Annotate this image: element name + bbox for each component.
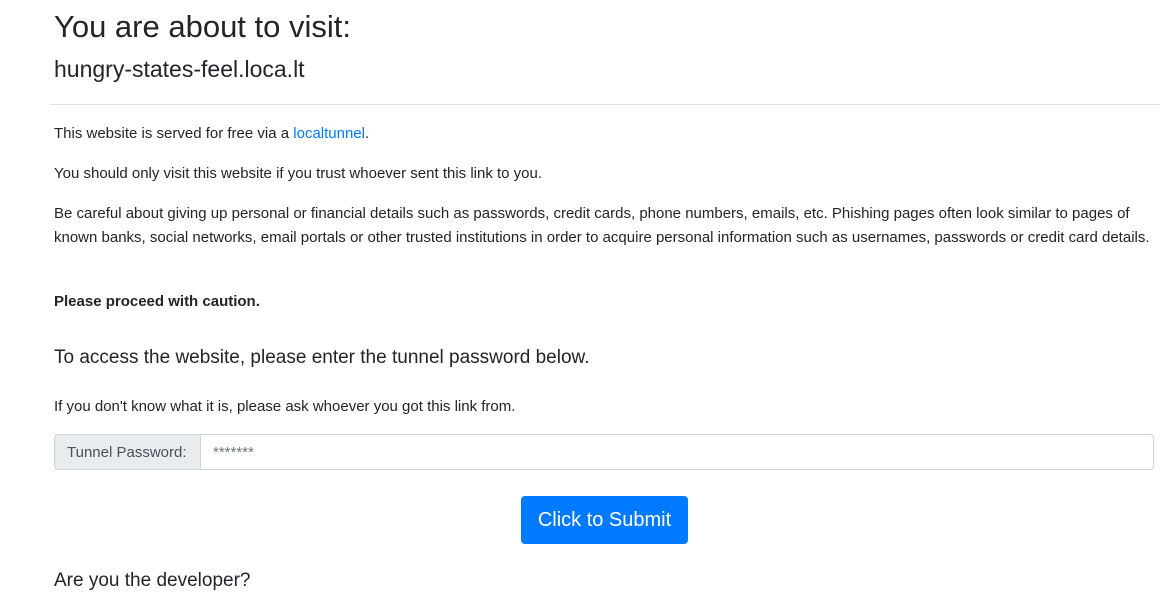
password-input[interactable] bbox=[201, 434, 1154, 470]
host-name: hungry-states-feel.loca.lt bbox=[54, 56, 305, 82]
caution-notice: Please proceed with caution. bbox=[54, 293, 260, 310]
page: You are about to visit: hungry-states-fe… bbox=[0, 0, 1175, 610]
submit-wrapper: Click to Submit bbox=[521, 496, 688, 544]
developer-heading: Are you the developer? bbox=[54, 570, 251, 591]
localtunnel-link[interactable]: localtunnel bbox=[293, 125, 365, 142]
trust-notice: You should only visit this website if yo… bbox=[54, 165, 543, 182]
header-divider bbox=[50, 104, 1160, 105]
access-help: If you don't know what it is, please ask… bbox=[54, 398, 516, 415]
served-prefix: This website is served for free via a bbox=[54, 125, 294, 142]
served-notice: This website is served for free via a lo… bbox=[54, 122, 1156, 146]
password-label: Tunnel Password: bbox=[54, 434, 201, 470]
password-input-group: Tunnel Password: bbox=[54, 434, 1154, 470]
served-suffix: . bbox=[364, 125, 370, 142]
submit-button[interactable]: Click to Submit bbox=[521, 496, 688, 544]
page-title: You are about to visit: bbox=[54, 9, 351, 44]
access-heading: To access the website, please enter the … bbox=[54, 347, 590, 368]
phishing-warning: Be careful about giving up personal or f… bbox=[54, 205, 1150, 246]
